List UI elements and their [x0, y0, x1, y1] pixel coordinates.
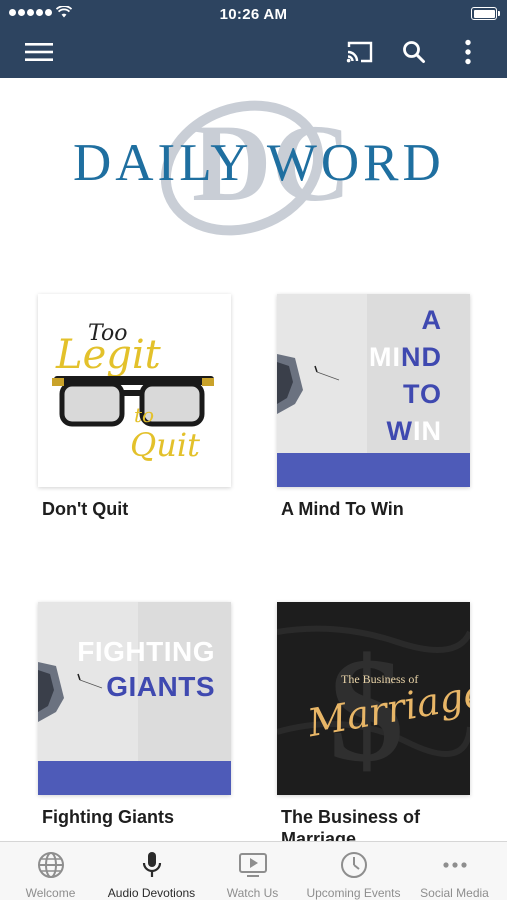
art-text-to: to — [134, 403, 154, 427]
art-title-text: FIGHTING GIANTS — [77, 634, 215, 704]
art-text-giants: GIANTS — [106, 671, 215, 702]
search-icon — [403, 41, 425, 63]
series-title: Fighting Giants — [42, 807, 174, 827]
art-title-text: A MIND TO WIN — [369, 302, 442, 450]
art-text-w: W — [386, 416, 413, 446]
tab-label: Audio Devotions — [107, 886, 196, 900]
tab-audio-devotions[interactable]: Audio Devotions — [101, 842, 202, 900]
daily-word-logo: DC DAILY WORD — [60, 88, 450, 258]
tab-social-media[interactable]: Social Media — [404, 842, 505, 900]
app-header: 10:26 AM — [0, 0, 507, 78]
series-card-a-mind-to-win[interactable]: A MIND TO WIN A Mind To Win — [277, 294, 470, 519]
series-title: A Mind To Win — [281, 499, 404, 519]
more-vertical-icon — [465, 39, 471, 65]
art-text-nd: ND — [401, 342, 442, 372]
art-text-fighting: FIGHTING — [77, 636, 215, 667]
series-card-dont-quit[interactable]: Too Legit to Quit Don't Quit — [38, 294, 231, 519]
tab-upcoming-events[interactable]: Upcoming Events — [303, 842, 404, 900]
tab-welcome[interactable]: Welcome — [0, 842, 101, 900]
bottom-tab-bar: Welcome Audio Devotions Watch Us Upcomin… — [0, 841, 507, 900]
microphone-icon — [142, 852, 161, 877]
tab-label: Watch Us — [226, 886, 279, 900]
more-horizontal-icon — [442, 862, 467, 868]
tab-watch-us[interactable]: Watch Us — [202, 842, 303, 900]
tab-label: Welcome — [25, 886, 76, 900]
series-title: Don't Quit — [42, 499, 129, 519]
search-button[interactable] — [396, 34, 432, 70]
menu-button[interactable] — [21, 34, 57, 70]
status-bar: 10:26 AM — [0, 0, 507, 28]
sunglasses-artwork: Too Legit to Quit — [52, 321, 214, 464]
art-text-in: IN — [413, 416, 442, 446]
accent-bar — [277, 453, 470, 487]
clock-icon — [340, 852, 367, 878]
series-artwork: Too Legit to Quit — [38, 294, 231, 487]
art-text-mi: MI — [369, 342, 401, 372]
globe-icon — [37, 852, 64, 878]
status-time: 10:26 AM — [219, 6, 288, 23]
series-card-business-of-marriage[interactable]: $ The Business of Marriage The Business … — [277, 602, 470, 849]
video-play-icon — [238, 853, 267, 877]
cast-button[interactable] — [342, 34, 378, 70]
logo-text: DAILY WORD — [73, 134, 445, 192]
hamburger-menu-icon — [25, 43, 53, 61]
art-text-to: TO — [402, 379, 442, 409]
series-artwork: A MIND TO WIN — [277, 294, 470, 487]
series-artwork: FIGHTING GIANTS — [38, 602, 231, 795]
series-artwork: $ The Business of Marriage — [277, 602, 470, 795]
tab-label: Social Media — [420, 886, 489, 900]
cast-icon — [346, 41, 373, 63]
tab-label: Upcoming Events — [306, 886, 401, 900]
battery-icon — [471, 7, 500, 20]
series-card-fighting-giants[interactable]: FIGHTING GIANTS Fighting Giants — [38, 602, 231, 827]
more-options-button[interactable] — [450, 34, 486, 70]
accent-bar — [38, 761, 231, 795]
art-text-quit: Quit — [130, 426, 200, 464]
art-text-a: A — [421, 305, 442, 335]
art-text-legit: Legit — [55, 332, 162, 378]
